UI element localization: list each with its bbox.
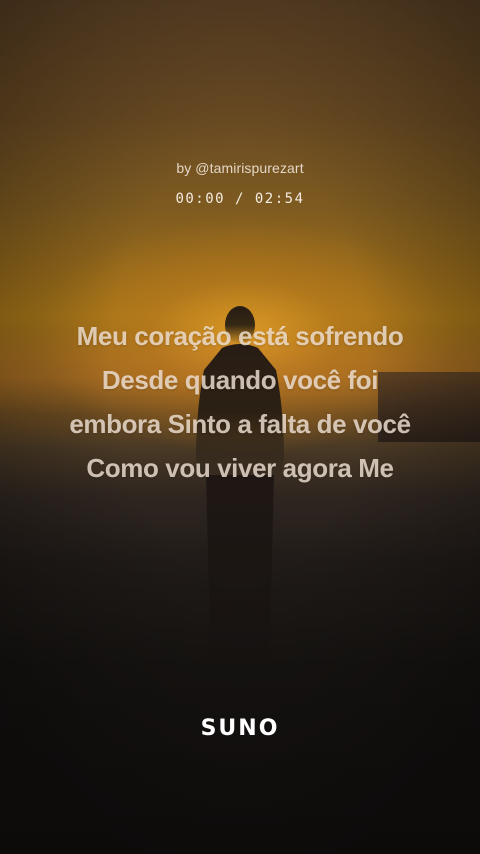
lyrics-block: Meu coração está sofrendo Desde quando v… xyxy=(20,314,460,490)
playback-time: 00:00 / 02:54 xyxy=(175,191,305,207)
artist-credit: by @tamirispurezart xyxy=(176,160,304,176)
lyric-line: Desde quando você foi xyxy=(101,365,379,395)
suno-logo: SUNO xyxy=(200,716,280,741)
lyric-line: Meu coração está sofrendo xyxy=(76,321,404,351)
lyric-line: Como vou viver agora Me xyxy=(86,453,394,483)
player-screen: by @tamirispurezart 00:00 / 02:54 Meu co… xyxy=(0,0,480,854)
lyric-line: embora Sinto a falta de você xyxy=(69,409,411,439)
